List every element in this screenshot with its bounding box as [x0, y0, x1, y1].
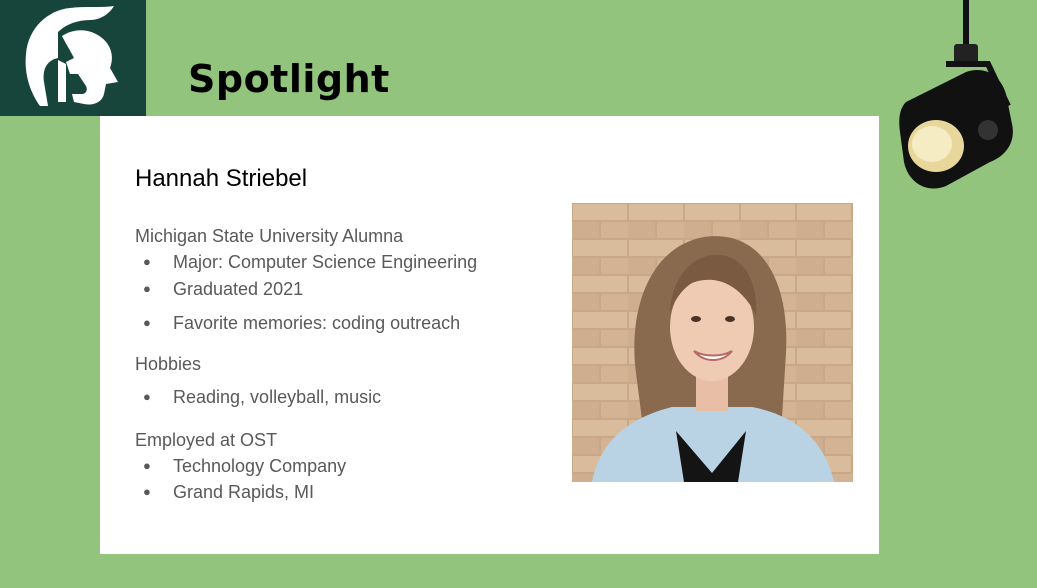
bullet-item: ● Major: Computer Science Engineering — [143, 252, 478, 272]
bullet-item: ● Grand Rapids, MI — [143, 482, 315, 502]
portrait-photo — [572, 203, 853, 482]
section-heading-employment: Employed at OST — [135, 430, 278, 450]
bullet-item: ● Technology Company — [143, 456, 347, 476]
profile-name: Hannah Striebel — [135, 165, 308, 192]
section-heading-hobbies: Hobbies — [135, 354, 202, 374]
bullet-item: ● Reading, volleyball, music — [143, 387, 382, 407]
msu-logo — [0, 0, 146, 116]
slide-title: Spotlight — [188, 57, 390, 101]
spartan-helmet-icon — [25, 6, 118, 106]
bullet-item: ● Graduated 2021 — [143, 279, 304, 299]
stage-spotlight-icon — [899, 0, 1013, 189]
section-heading-education: Michigan State University Alumna — [135, 226, 404, 246]
bullet-item: ● Favorite memories: coding outreach — [143, 313, 461, 333]
profile-card: Hannah Striebel Michigan State Universit… — [100, 116, 879, 554]
